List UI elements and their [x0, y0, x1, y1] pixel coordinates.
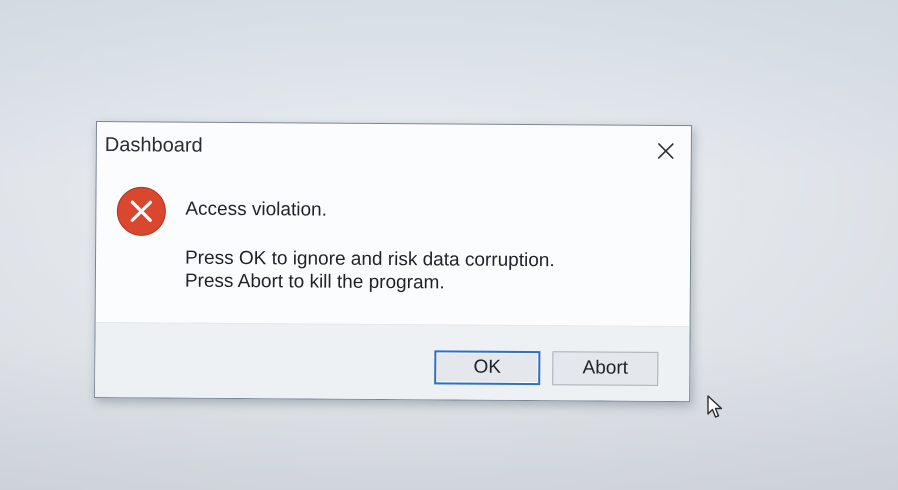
dialog-footer: OK Abort: [95, 322, 690, 402]
message-line: Press OK to ignore and risk data corrupt…: [184, 247, 555, 272]
close-button[interactable]: [651, 138, 681, 164]
message-headline: Access violation.: [185, 198, 327, 221]
ok-button[interactable]: OK: [434, 350, 541, 386]
error-dialog: Dashboard Access violation. Press OK to …: [94, 121, 692, 403]
error-message: Access violation. Press OK to ignore and…: [185, 199, 555, 297]
message-line: Press Abort to kill the program.: [184, 270, 445, 294]
message-detail: Press OK to ignore and risk data corrupt…: [185, 248, 555, 297]
close-icon: [657, 143, 674, 159]
abort-button[interactable]: Abort: [552, 351, 659, 386]
error-icon: [116, 186, 166, 236]
mouse-pointer-icon: [707, 395, 723, 418]
dialog-title: Dashboard: [104, 134, 203, 157]
dialog-content: Access violation. Press OK to ignore and…: [96, 164, 691, 326]
dialog-titlebar: Dashboard: [97, 122, 691, 168]
